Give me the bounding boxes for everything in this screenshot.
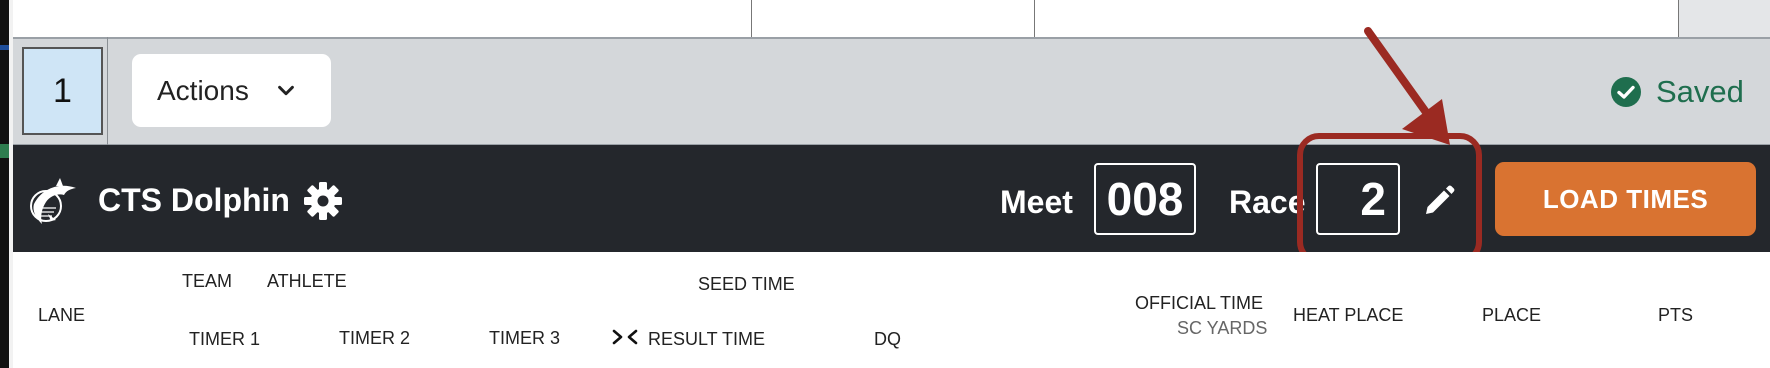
grid-line xyxy=(1034,0,1035,37)
row-marker xyxy=(0,144,9,158)
chevron-down-icon xyxy=(277,85,294,95)
save-status: Saved xyxy=(1610,70,1744,114)
row-marker xyxy=(0,45,9,50)
saved-label: Saved xyxy=(1656,74,1744,109)
row-number-cell[interactable]: 1 xyxy=(22,47,103,135)
col-official-time: OFFICIAL TIME xyxy=(1135,293,1264,313)
window-left-edge xyxy=(0,0,9,368)
col-place: PLACE xyxy=(1482,305,1542,325)
col-official-units: SC YARDS xyxy=(1177,318,1268,338)
col-team: TEAM xyxy=(182,271,233,291)
spreadsheet-corner-cell xyxy=(1678,0,1770,37)
dolphin-logo xyxy=(30,178,76,224)
col-lane: LANE xyxy=(38,305,86,325)
col-result-time: RESULT TIME xyxy=(648,329,766,349)
meet-number-field[interactable]: 008 xyxy=(1094,163,1196,235)
divider xyxy=(107,37,108,145)
app-title: CTS Dolphin xyxy=(98,182,290,218)
actions-dropdown-button[interactable]: Actions xyxy=(132,54,331,127)
check-circle-icon xyxy=(1611,77,1641,107)
race-label: Race xyxy=(1229,184,1306,220)
actions-label: Actions xyxy=(157,74,249,106)
col-timer-2: TIMER 2 xyxy=(339,328,411,348)
col-seed-time: SEED TIME xyxy=(698,274,795,294)
spreadsheet-top-strip xyxy=(0,0,1770,37)
col-athlete: ATHLETE xyxy=(267,271,347,291)
annotation-arrow xyxy=(1364,27,1450,145)
load-times-button[interactable]: LOAD TIMES xyxy=(1495,162,1756,236)
swap-icon[interactable] xyxy=(612,327,638,347)
col-dq: DQ xyxy=(874,329,901,349)
col-timer-3: TIMER 3 xyxy=(489,328,561,348)
col-pts: PTS xyxy=(1658,305,1694,325)
gear-icon[interactable] xyxy=(303,181,343,221)
col-timer-1: TIMER 1 xyxy=(189,329,261,349)
grid-line xyxy=(751,0,752,37)
col-heat-place: HEAT PLACE xyxy=(1293,305,1404,325)
meet-label: Meet xyxy=(1000,184,1073,220)
